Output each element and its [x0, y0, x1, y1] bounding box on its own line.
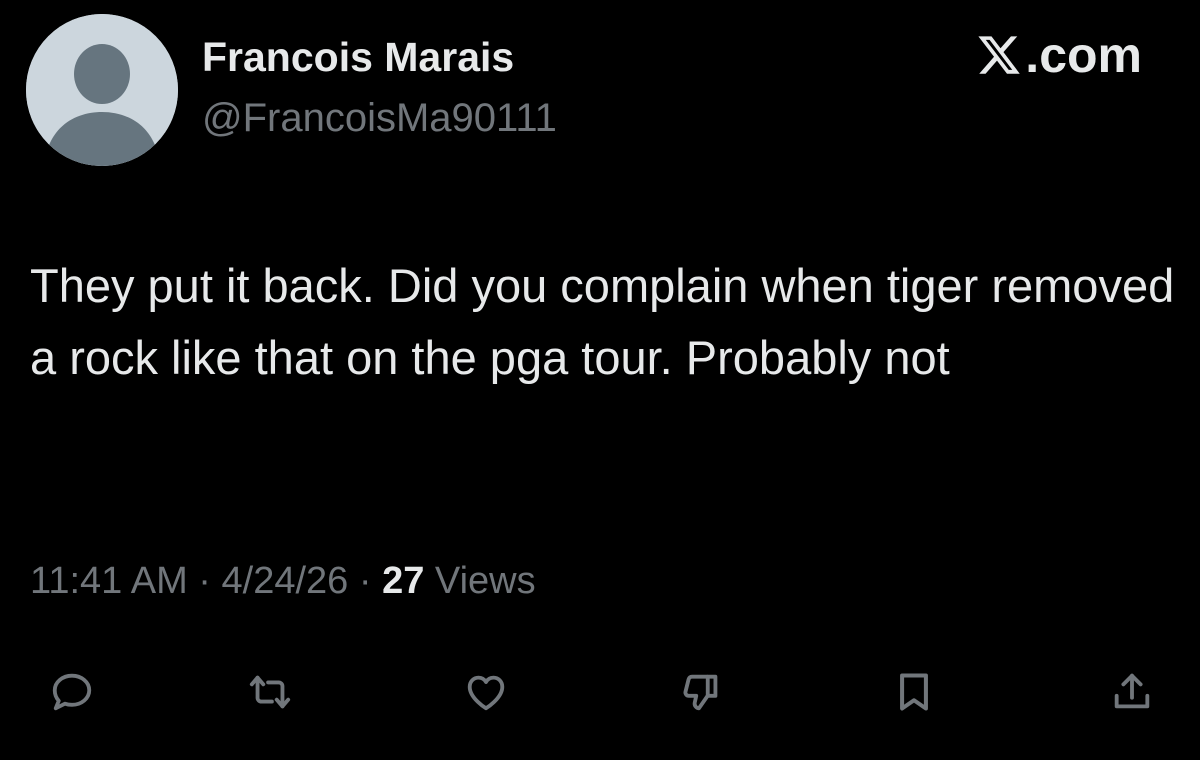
- meta-separator: ·: [348, 560, 383, 602]
- views-label: Views: [424, 560, 536, 602]
- retweet-icon: [249, 675, 291, 709]
- reply-icon: [52, 673, 92, 711]
- tweet-time[interactable]: 11:41 AM: [30, 560, 188, 602]
- like-icon: [467, 675, 505, 711]
- tweet-metadata: 11:41 AM · 4/24/26 · 27 Views: [30, 560, 536, 603]
- views-count: 27: [382, 560, 425, 602]
- retweet-button[interactable]: [238, 660, 302, 724]
- default-avatar-icon: [26, 14, 178, 166]
- reply-button[interactable]: [40, 660, 104, 724]
- avatar[interactable]: [26, 14, 178, 166]
- bookmark-icon: [900, 673, 928, 711]
- brand-logo: .com: [975, 26, 1142, 84]
- tweet-text: They put it back. Did you complain when …: [30, 259, 1175, 384]
- author-handle[interactable]: @FrancoisMa90111: [202, 96, 557, 141]
- bookmark-button[interactable]: [882, 660, 946, 724]
- like-button[interactable]: [454, 660, 518, 724]
- tweet-date[interactable]: 4/24/26: [222, 560, 349, 602]
- author-name[interactable]: Francois Marais: [202, 34, 514, 81]
- share-button[interactable]: [1100, 660, 1164, 724]
- action-bar: [0, 660, 1200, 730]
- x-logo-icon: [978, 36, 1021, 74]
- share-icon: [1114, 673, 1150, 709]
- dislike-icon: [683, 674, 718, 711]
- brand-suffix: .com: [1025, 27, 1142, 83]
- meta-separator: ·: [187, 560, 222, 602]
- dislike-button[interactable]: [670, 660, 734, 724]
